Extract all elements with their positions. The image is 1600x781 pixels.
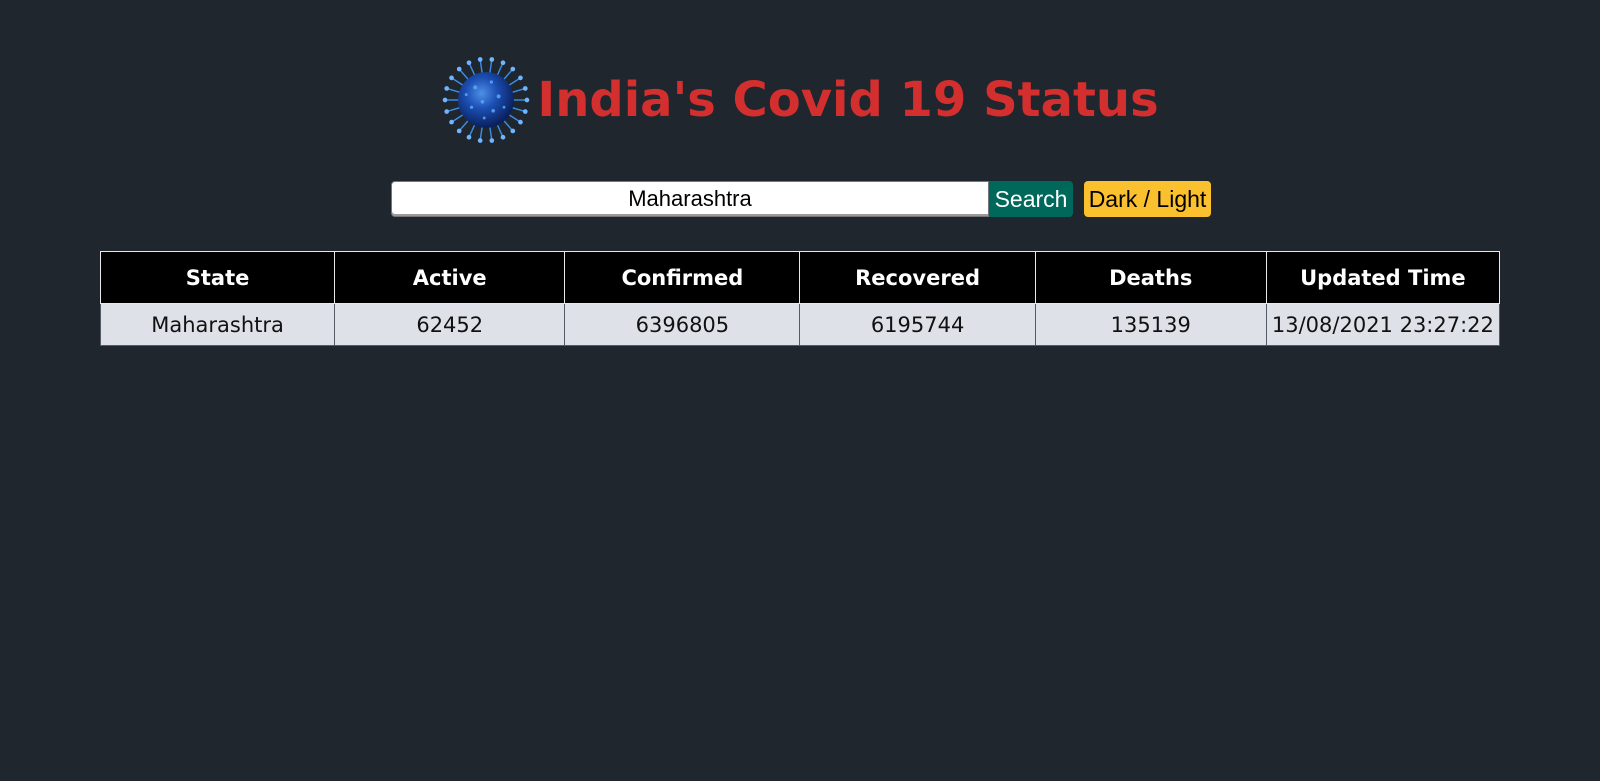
search-button[interactable]: Search bbox=[989, 181, 1073, 217]
cell-recovered: 6195744 bbox=[799, 303, 1036, 346]
column-header-updated-time: Updated Time bbox=[1265, 251, 1501, 304]
cell-deaths: 135139 bbox=[1034, 303, 1267, 346]
page-header: India's Covid 19 Status bbox=[0, 52, 1600, 148]
virus-icon bbox=[443, 57, 530, 143]
cell-state: Maharashtra bbox=[99, 303, 336, 346]
theme-toggle-button[interactable]: Dark / Light bbox=[1084, 181, 1211, 217]
page-title: India's Covid 19 Status bbox=[537, 72, 1159, 128]
cell-active: 62452 bbox=[334, 303, 566, 346]
search-input[interactable] bbox=[391, 181, 989, 217]
column-header-state: State bbox=[99, 251, 336, 304]
column-header-recovered: Recovered bbox=[799, 251, 1036, 304]
table-header-row: State Active Confirmed Recovered Deaths … bbox=[99, 251, 1501, 304]
column-header-confirmed: Confirmed bbox=[564, 251, 801, 304]
search-bar: Search Dark / Light bbox=[391, 181, 1211, 217]
cell-confirmed: 6396805 bbox=[564, 303, 801, 346]
column-header-active: Active bbox=[334, 251, 566, 304]
table-row: Maharashtra 62452 6396805 6195744 135139… bbox=[99, 303, 1501, 346]
covid-stats-table: State Active Confirmed Recovered Deaths … bbox=[99, 251, 1501, 346]
column-header-deaths: Deaths bbox=[1034, 251, 1267, 304]
cell-updated-time: 13/08/2021 23:27:22 bbox=[1265, 303, 1501, 346]
